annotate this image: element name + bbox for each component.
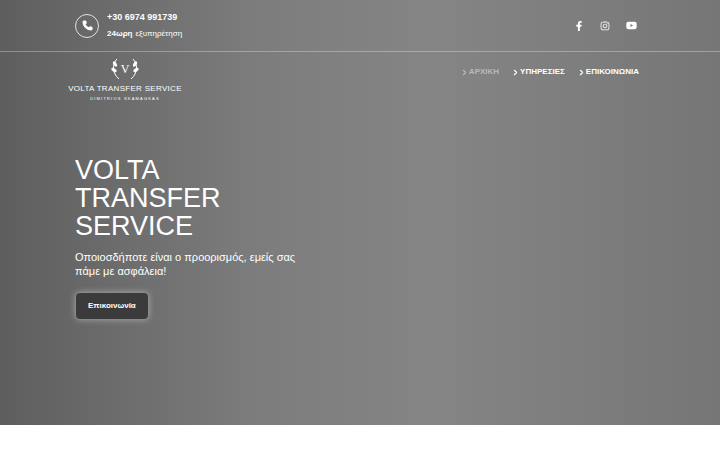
phone-number[interactable]: +30 6974 991739 <box>107 10 182 24</box>
instagram-icon[interactable] <box>600 21 610 31</box>
hero-title: VOLTA TRANSFER SERVICE <box>75 156 235 240</box>
top-bar: +30 6974 991739 24ωρηεξυπηρέτηση <box>0 0 720 52</box>
chevron-icon <box>577 68 586 77</box>
hero-content: VOLTA TRANSFER SERVICE Οποιοσδήποτε είναι… <box>0 102 720 320</box>
logo-subtitle: DIMITRIOS SKAMAGKAS <box>90 96 160 102</box>
logo-name: VOLTA TRANSFER SERVICE <box>68 83 182 95</box>
contact-info: +30 6974 991739 24ωρηεξυπηρέτηση <box>75 10 182 41</box>
svg-text:V: V <box>121 62 130 76</box>
hero-section: +30 6974 991739 24ωρηεξυπηρέτηση V VOLTA TR… <box>0 0 720 425</box>
social-links <box>574 20 645 31</box>
service-hours: 24ωρηεξυπηρέτηση <box>107 27 182 41</box>
main-header: V VOLTA TRANSFER SERVICEDIMITRIOS SKAMAGK… <box>0 52 720 102</box>
main-nav: ΑΡΧΙΚΗ ΥΠΗΡΕΣΙΕΣ ΕΠΙΚΟΙΝΩΝΙΑ <box>460 56 645 78</box>
nav-item[interactable]: ΑΡΧΙΚΗ <box>460 66 499 78</box>
nav-item[interactable]: ΕΠΙΚΟΙΝΩΝΙΑ <box>577 66 639 78</box>
chevron-icon <box>460 68 469 77</box>
nav-item[interactable]: ΥΠΗΡΕΣΙΕΣ <box>511 66 565 78</box>
page: +30 6974 991739 24ωρηεξυπηρέτηση V VOLTA TR… <box>0 0 720 450</box>
laurel-logo-icon: V <box>108 56 142 82</box>
logo[interactable]: VVOLTA TRANSFER SERVICEDIMITRIOS SKAMAGK… <box>75 56 175 102</box>
chevron-icon <box>511 68 520 77</box>
youtube-icon[interactable] <box>626 20 637 31</box>
facebook-icon[interactable] <box>574 21 584 31</box>
page-below <box>0 425 720 450</box>
contact-button[interactable]: Επικοινωνία <box>75 292 149 320</box>
phone-icon[interactable] <box>75 14 99 38</box>
hero-subtitle: Οποιοσδήποτε είναι ο προορισμός, εμείς σ… <box>75 250 305 278</box>
